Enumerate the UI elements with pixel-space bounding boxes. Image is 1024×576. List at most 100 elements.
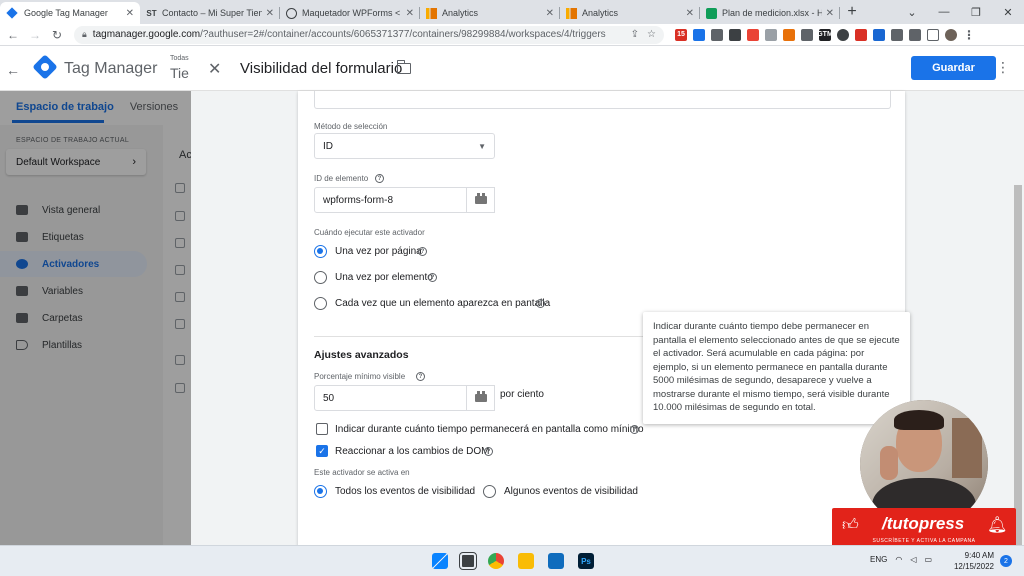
browser-tab-wpforms[interactable]: Maquetador WPForms < M ✕ [280,2,420,24]
clock-date: 12/15/2022 [953,562,994,571]
extension-icon[interactable] [711,28,723,41]
gtm-logo-icon [32,54,58,80]
element-id-input[interactable]: wpforms-form-8 [314,187,467,213]
webcam-shelf [952,418,982,478]
clock[interactable]: 9:40 AM 12/15/2022 [950,550,994,572]
extension-icon[interactable]: 15 [675,28,687,41]
browser-tab-sheets[interactable]: Plan de medicion.xlsx - Hoj ✕ [700,2,840,24]
browser-tab-contacto[interactable]: ST Contacto – Mi Super Tiend ✕ [140,2,280,24]
mail-icon[interactable] [548,553,564,569]
scrollbar[interactable] [1014,185,1022,545]
extension-icon[interactable] [747,28,759,41]
selection-method-select[interactable]: ID ▼ [314,133,495,159]
min-time-checkbox[interactable] [316,423,328,435]
language-indicator[interactable]: ENG [870,555,887,564]
browser-tab-gtm[interactable]: Google Tag Manager ✕ [0,2,140,24]
wifi-icon[interactable]: ◠ [895,555,902,564]
analytics-favicon-icon [566,7,577,19]
menu-kebab-icon[interactable]: ⋮ [963,28,975,42]
tab-search-icon[interactable]: ⌄ [896,6,928,19]
radio-once-per-page[interactable] [314,245,327,258]
new-tab-button[interactable]: + [840,2,864,24]
variable-picker-button[interactable] [467,385,495,411]
help-icon[interactable]: ? [418,247,427,256]
close-icon[interactable]: ✕ [208,59,221,79]
tab-label: Analytics [442,8,479,18]
extension-icon[interactable] [837,28,849,41]
help-icon[interactable]: ? [630,425,639,434]
brand-tagline: SUSCRÍBETE Y ACTIVA LA CAMPANA [872,538,976,544]
side-panel-icon[interactable] [927,28,939,41]
browser-toolbar: ← → ↻ 🔒︎ tagmanager.google.com /?authuse… [0,24,1024,46]
battery-icon[interactable]: ▭ [924,555,932,564]
bookmark-star-icon[interactable]: ☆ [647,29,656,40]
st-favicon-icon: ST [146,8,157,18]
close-tab-icon[interactable]: ✕ [126,8,134,19]
min-percent-input[interactable]: 50 [314,385,467,411]
extension-icon[interactable] [765,28,777,41]
help-icon[interactable]: ? [484,447,493,456]
extension-icon[interactable]: GTM [817,28,833,41]
browser-tab-analytics-2[interactable]: Analytics ✕ [560,2,700,24]
browser-tab-analytics-1[interactable]: Analytics ✕ [420,2,560,24]
tab-label: Maquetador WPForms < M [302,8,402,18]
help-icon[interactable]: ? [428,273,437,282]
close-tab-icon[interactable]: ✕ [546,8,554,19]
product-title: Tag Manager [64,60,158,77]
selection-method-label: Método de selección [314,122,388,131]
reload-icon[interactable]: ↻ [48,28,66,42]
restore-icon[interactable]: ❐ [960,6,992,19]
folder-icon[interactable] [396,60,411,74]
radio-all-visibility-events[interactable] [314,485,327,498]
extension-icon[interactable] [873,28,885,41]
save-button[interactable]: Guardar [911,56,996,80]
extension-icon[interactable] [891,28,903,41]
notification-badge[interactable]: 2 [1000,555,1012,567]
close-tab-icon[interactable]: ✕ [826,8,834,19]
help-icon[interactable]: ? [536,299,545,308]
radio-label: Cada vez que un elemento aparezca en pan… [335,298,551,309]
system-tray: ENG ◠ ◁ ▭ [870,555,940,564]
extensions-puzzle-icon[interactable] [909,28,921,41]
trigger-name[interactable]: Visibilidad del formulario [240,60,402,77]
help-icon[interactable]: ? [416,372,425,381]
element-id-value: wpforms-form-8 [323,194,394,206]
minimize-icon[interactable]: — [928,6,960,18]
forward-icon[interactable]: → [26,28,44,42]
back-icon[interactable]: ← [4,28,22,42]
address-bar[interactable]: 🔒︎ tagmanager.google.com /?authuser=2#/c… [74,25,664,44]
trigger-type-field[interactable] [314,91,891,109]
radio-every-appearance[interactable] [314,297,327,310]
file-explorer-icon[interactable] [518,553,534,569]
close-tab-icon[interactable]: ✕ [266,8,274,19]
extension-icon[interactable] [855,28,867,41]
close-window-icon[interactable]: ✕ [992,6,1024,19]
presenter-hand [880,446,898,480]
chrome-icon[interactable] [488,553,504,569]
volume-icon[interactable]: ◁ [910,555,916,564]
photoshop-icon[interactable]: Ps [578,553,594,569]
container-name[interactable]: Tie [170,65,189,81]
advanced-settings-title: Ajustes avanzados [314,349,409,361]
radio-label: Todos los eventos de visibilidad [335,486,476,497]
task-view-icon[interactable] [459,552,477,570]
windows-start-icon[interactable] [432,553,448,569]
extension-icon[interactable] [801,28,813,41]
radio-some-visibility-events[interactable] [483,485,496,498]
radio-label: Una vez por elemento [335,272,433,283]
extension-icon[interactable] [783,28,795,41]
extension-icon[interactable] [693,28,705,41]
help-icon[interactable]: ? [375,174,384,183]
lock-icon[interactable]: 🔒︎ [82,29,87,40]
tab-label: Contacto – Mi Super Tiend [162,8,262,18]
more-options-icon[interactable]: ⋮ [996,59,1010,76]
dom-changes-checkbox[interactable]: ✓ [316,445,328,457]
profile-avatar[interactable] [945,28,957,41]
back-arrow-icon[interactable]: ← [6,62,20,78]
variable-picker-button[interactable] [467,187,495,213]
share-icon[interactable]: ⇪ [631,29,639,40]
extension-icon[interactable] [729,28,741,41]
radio-once-per-element[interactable] [314,271,327,284]
close-tab-icon[interactable]: ✕ [686,8,694,19]
close-tab-icon[interactable]: ✕ [406,8,414,19]
